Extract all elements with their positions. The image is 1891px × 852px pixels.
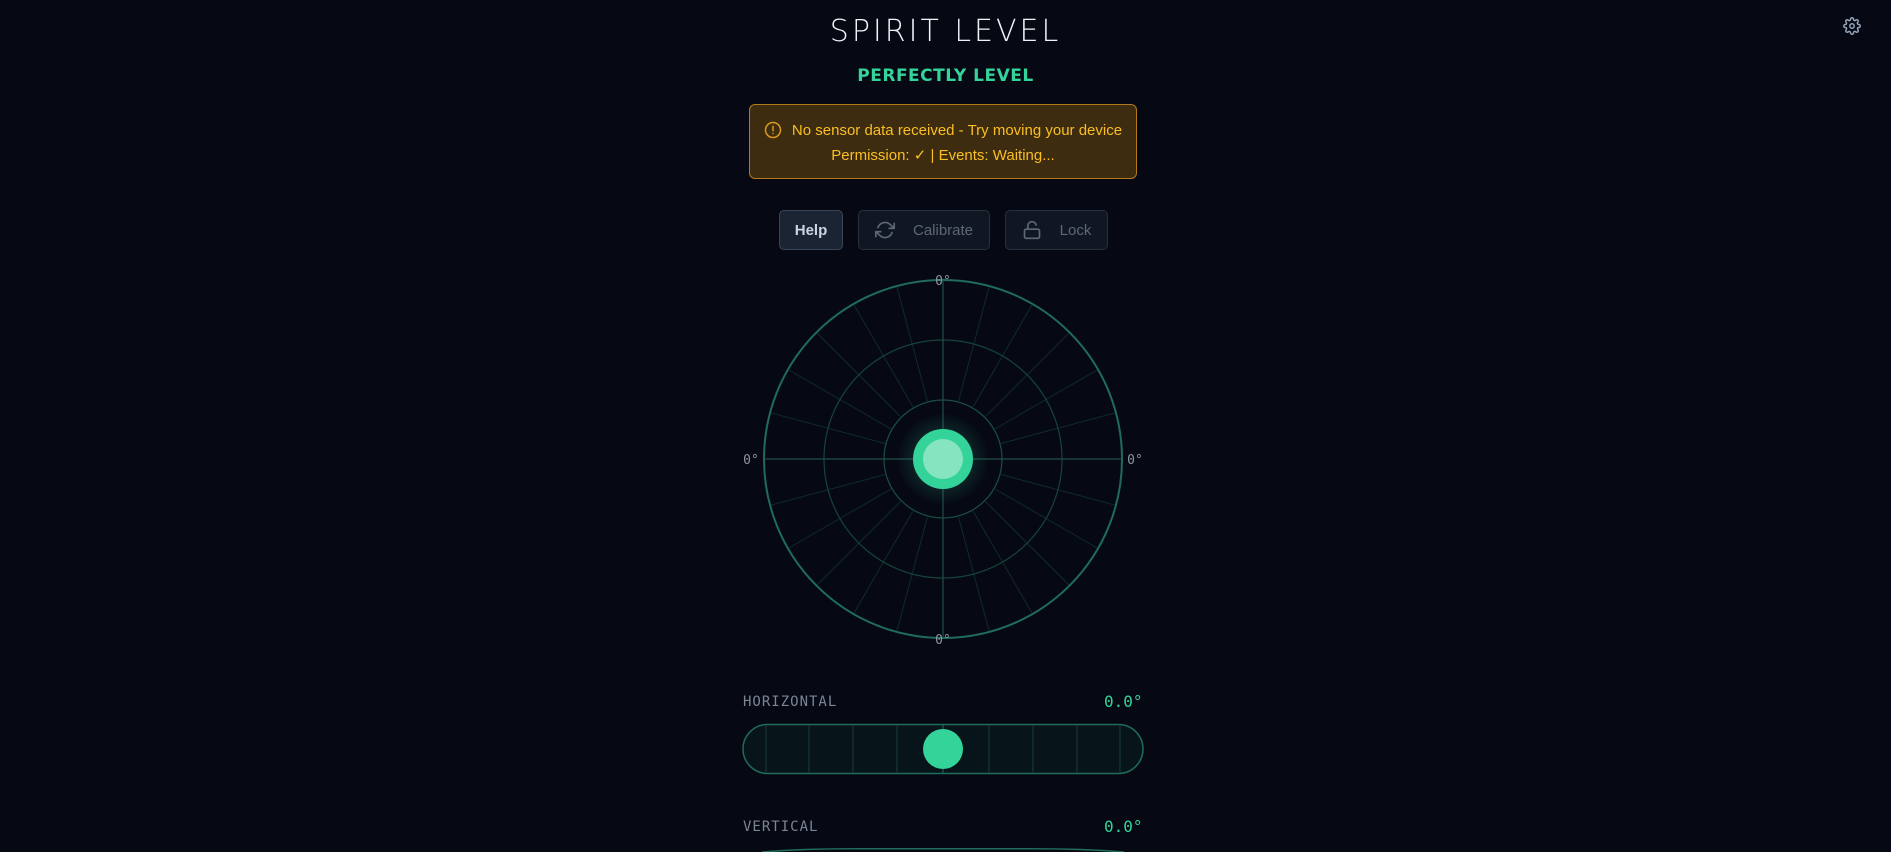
calibrate-button-label: Calibrate: [912, 221, 974, 239]
alert-circle-icon: [764, 121, 782, 139]
vertical-label: VERTICAL: [743, 819, 819, 835]
horizontal-tube: [742, 723, 1144, 775]
lock-button-label: Lock: [1059, 221, 1092, 239]
lock-button[interactable]: Lock: [1005, 210, 1108, 250]
sensor-warning-banner: No sensor data received - Try moving you…: [749, 104, 1137, 179]
bubble-level: 0° 0° 0° 0°: [743, 274, 1143, 648]
help-button-label: Help: [794, 221, 828, 239]
refresh-icon: [874, 221, 895, 239]
toolbar: Help Calibrate Lock: [0, 210, 1891, 250]
level-bubble: [897, 413, 989, 505]
warning-detail: Permission: ✓ | Events: Waiting...: [831, 147, 1055, 164]
level-status: PERFECTLY LEVEL: [857, 66, 1034, 86]
bubble-inner: [923, 439, 963, 479]
horizontal-bubble: [923, 729, 963, 769]
calibrate-button[interactable]: Calibrate: [858, 210, 990, 250]
warning-message: No sensor data received - Try moving you…: [791, 121, 1123, 139]
vertical-tube: [761, 848, 1125, 852]
top-degree-label: 0°: [935, 274, 951, 289]
spirit-level-app: SPIRIT LEVEL PERFECTLY LEVEL No sensor d…: [0, 0, 1891, 852]
left-degree-label: 0°: [743, 453, 759, 468]
help-button[interactable]: Help: [779, 210, 843, 250]
right-degree-label: 0°: [1127, 453, 1143, 468]
vertical-value: 0.0°: [1104, 817, 1143, 836]
horizontal-value: 0.0°: [1104, 692, 1143, 711]
unlock-icon: [1023, 220, 1040, 240]
app-title: SPIRIT LEVEL: [829, 14, 1062, 49]
bottom-degree-label: 0°: [935, 633, 951, 648]
horizontal-label: HORIZONTAL: [743, 694, 838, 710]
